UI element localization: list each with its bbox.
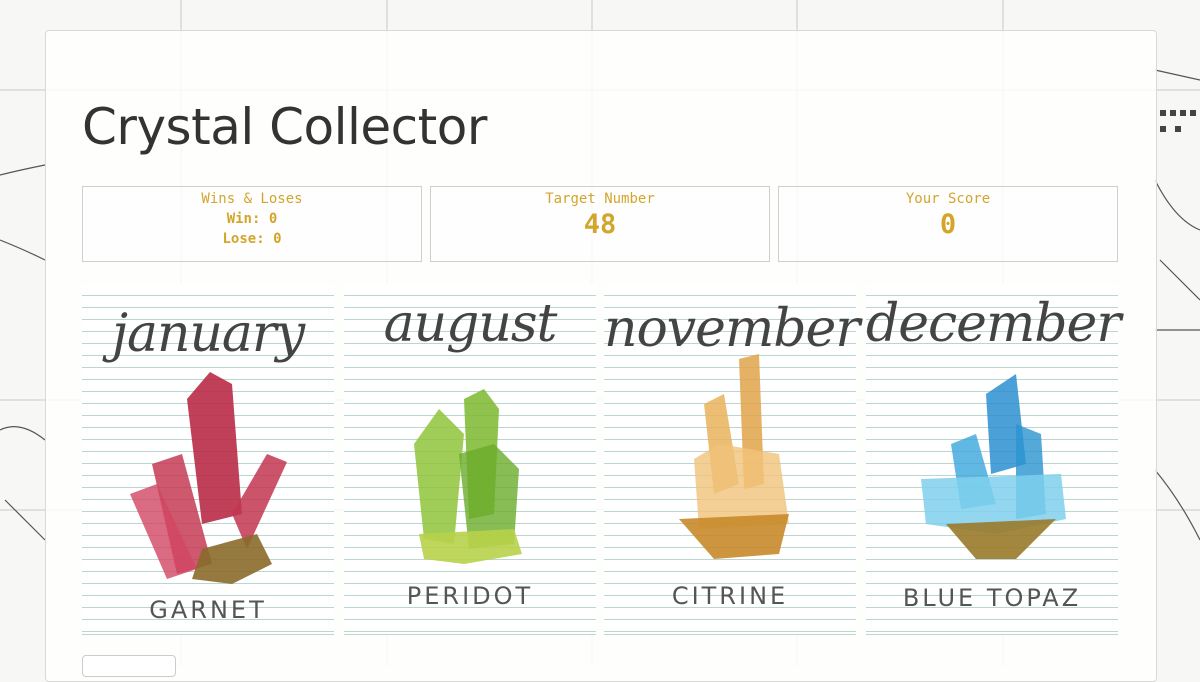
your-score-box: Your Score 0	[778, 186, 1118, 262]
gem-name: BLUE TOPAZ	[902, 584, 1082, 612]
score-value: 0	[939, 209, 957, 240]
win-line: Win: 0	[83, 211, 421, 227]
bottom-button[interactable]	[82, 655, 176, 677]
lose-line: Lose: 0	[83, 231, 421, 247]
gem-name: CITRINE	[671, 582, 789, 610]
win-value: 0	[268, 211, 278, 227]
page-title: Crystal Collector	[82, 98, 487, 156]
lose-label: Lose:	[222, 231, 265, 247]
target-number-box: Target Number 48	[430, 186, 770, 262]
crystal-garnet[interactable]: january GARNET	[82, 284, 334, 635]
crystal-citrine[interactable]: november CITRINE	[604, 284, 860, 635]
win-label: Win:	[226, 211, 261, 227]
lose-value: 0	[273, 231, 282, 247]
garnet-crystal-icon	[130, 372, 287, 584]
target-label: Target Number	[545, 191, 655, 207]
blue-topaz-crystal-icon	[921, 374, 1066, 559]
score-label: Your Score	[905, 191, 991, 207]
crystal-blue-topaz[interactable]: december BLUE TOPAZ	[866, 284, 1121, 635]
gem-name: GARNET	[149, 596, 267, 624]
wins-loses-box: Wins & Loses Win: 0 Lose: 0	[82, 186, 422, 262]
crystal-peridot[interactable]: august PERIDOT	[344, 284, 596, 635]
wins-loses-label: Wins & Loses	[201, 191, 303, 207]
gem-name: PERIDOT	[406, 582, 534, 610]
target-value: 48	[583, 209, 617, 240]
